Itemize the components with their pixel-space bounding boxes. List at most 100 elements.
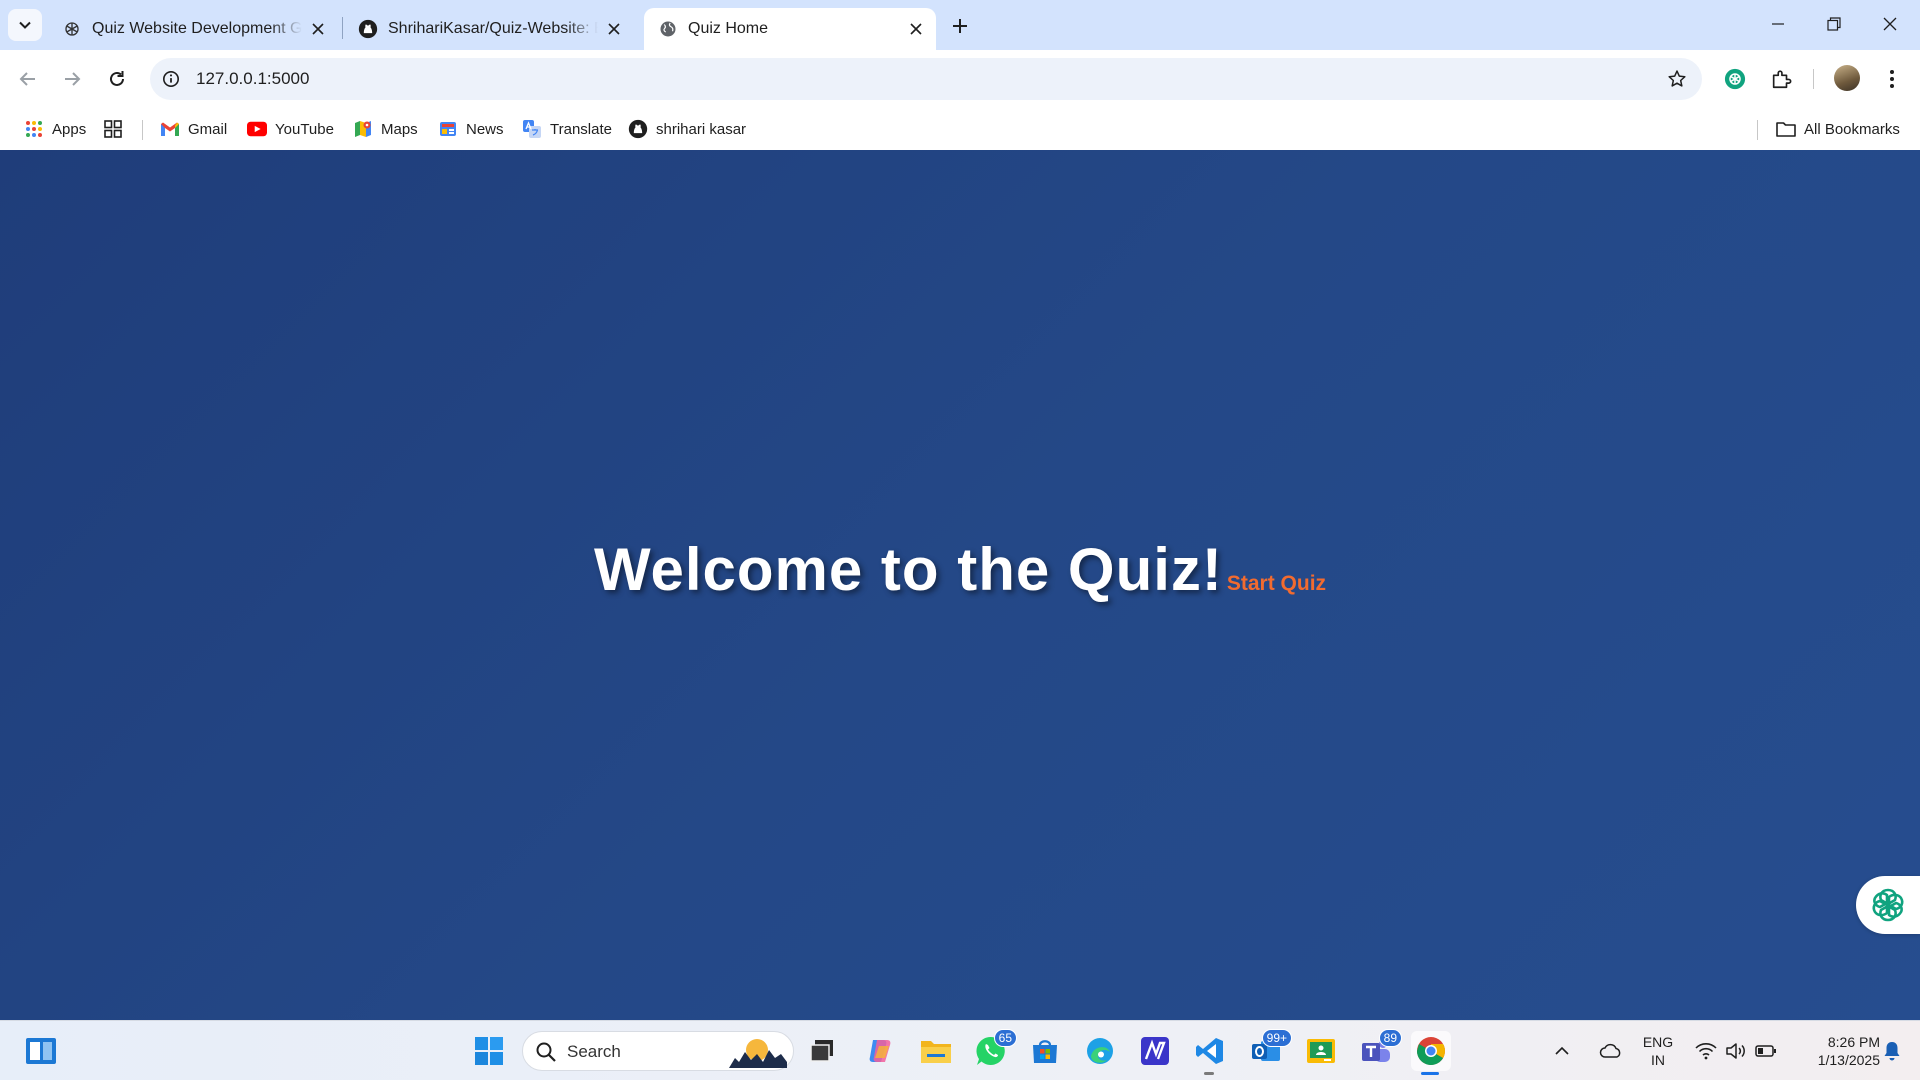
start-quiz-link[interactable]: Start Quiz xyxy=(1227,572,1326,596)
github-icon xyxy=(628,119,648,139)
stylus-app-icon xyxy=(1141,1037,1169,1065)
chatgpt-extension-icon[interactable] xyxy=(1719,63,1751,95)
site-info-icon[interactable] xyxy=(160,68,182,90)
tab-title: Quiz Website Development Guide xyxy=(92,20,302,37)
notification-badge: 65 xyxy=(993,1029,1017,1047)
apps-grid-icon xyxy=(24,119,44,139)
tab-groups-button[interactable] xyxy=(103,116,131,142)
volume-icon xyxy=(1726,1043,1745,1059)
bell-icon xyxy=(1884,1042,1900,1061)
chatgpt-floating-button[interactable] xyxy=(1856,876,1920,934)
all-bookmarks-label: All Bookmarks xyxy=(1804,120,1900,138)
widgets-button[interactable] xyxy=(21,1031,61,1071)
bookmark-apps[interactable]: Apps xyxy=(24,116,86,142)
bookmark-star-icon[interactable] xyxy=(1666,68,1688,90)
bookmark-label: Gmail xyxy=(188,120,228,138)
reload-icon xyxy=(110,71,124,86)
forward-button[interactable] xyxy=(56,63,88,95)
minimize-button[interactable] xyxy=(1750,0,1806,48)
show-hidden-icons-button[interactable] xyxy=(1550,1031,1574,1071)
reload-button[interactable] xyxy=(101,63,133,95)
file-explorer-button[interactable] xyxy=(916,1031,956,1071)
tab-3-active[interactable]: Quiz Home xyxy=(644,8,936,50)
quiz-home-page: Welcome to the Quiz! Start Quiz xyxy=(0,150,1920,1020)
bookmark-youtube[interactable]: YouTube xyxy=(247,116,334,142)
bookmark-maps[interactable]: Maps xyxy=(353,116,418,142)
edge-button[interactable] xyxy=(1080,1031,1120,1071)
close-icon[interactable] xyxy=(906,19,926,39)
youtube-icon xyxy=(247,119,267,139)
bookmark-translate[interactable]: Translate xyxy=(522,116,612,142)
tab-2[interactable]: ShrihariKasar/Quiz-Website: Easy xyxy=(344,8,634,50)
arrow-left-icon xyxy=(19,72,35,86)
bookmark-label: YouTube xyxy=(275,120,334,138)
edge-icon xyxy=(1087,1038,1113,1064)
active-indicator xyxy=(1421,1072,1439,1075)
windows-logo-icon xyxy=(475,1037,503,1065)
google-classroom-button[interactable] xyxy=(1301,1031,1341,1071)
restore-button[interactable] xyxy=(1806,0,1862,48)
cloud-icon xyxy=(1599,1043,1621,1058)
taskbar-search-input[interactable]: Search xyxy=(522,1031,794,1071)
search-placeholder: Search xyxy=(567,1042,621,1061)
close-icon xyxy=(1883,17,1897,31)
app-button-purple[interactable] xyxy=(1135,1031,1175,1071)
vscode-button[interactable] xyxy=(1190,1031,1230,1075)
chrome-button[interactable] xyxy=(1411,1031,1451,1075)
bookmark-separator xyxy=(142,120,143,140)
outlook-button[interactable]: 99+ xyxy=(1246,1029,1292,1071)
extensions-icon[interactable] xyxy=(1765,63,1797,95)
chrome-icon xyxy=(1417,1037,1445,1065)
chatgpt-icon xyxy=(62,19,82,39)
bookmark-label: shrihari kasar xyxy=(656,120,747,138)
onedrive-button[interactable] xyxy=(1592,1031,1630,1071)
classroom-icon xyxy=(1307,1039,1335,1063)
all-bookmarks-button[interactable]: All Bookmarks xyxy=(1776,116,1900,142)
url-text[interactable]: 127.0.0.1:5000 xyxy=(196,69,309,89)
close-icon[interactable] xyxy=(308,19,328,39)
language-code: ENG xyxy=(1642,1034,1674,1050)
arrow-right-icon xyxy=(65,72,81,86)
task-view-button[interactable] xyxy=(802,1031,842,1071)
news-icon xyxy=(438,119,458,139)
teams-button[interactable]: 89 xyxy=(1356,1029,1402,1071)
microsoft-store-button[interactable] xyxy=(1025,1031,1065,1071)
bookmark-gmail[interactable]: Gmail xyxy=(160,116,227,142)
quick-settings-button[interactable] xyxy=(1686,1031,1786,1071)
bookmark-github-profile[interactable]: shrihari kasar xyxy=(628,116,746,142)
tab-strip: Quiz Website Development Guide ShrihariK… xyxy=(0,0,1920,50)
close-icon[interactable] xyxy=(604,19,624,39)
more-vertical-icon xyxy=(1890,70,1894,88)
address-bar[interactable]: 127.0.0.1:5000 xyxy=(150,58,1702,100)
tab-1[interactable]: Quiz Website Development Guide xyxy=(48,8,338,50)
restore-icon xyxy=(1827,17,1841,31)
task-view-icon xyxy=(810,1040,833,1062)
clock[interactable]: 8:26 PM 1/13/2025 xyxy=(1790,1033,1880,1069)
copilot-icon xyxy=(869,1040,891,1062)
wifi-icon xyxy=(1695,1043,1717,1060)
chatgpt-icon xyxy=(1872,888,1904,922)
whatsapp-button[interactable]: 65 xyxy=(971,1029,1017,1071)
menu-button[interactable] xyxy=(1876,63,1908,95)
new-tab-button[interactable] xyxy=(946,12,974,40)
folder-icon xyxy=(921,1041,951,1063)
time-text: 8:26 PM xyxy=(1827,1034,1880,1050)
copilot-button[interactable] xyxy=(860,1031,900,1071)
store-icon xyxy=(1033,1040,1057,1063)
start-button[interactable] xyxy=(469,1031,509,1071)
grid-icon xyxy=(103,119,123,139)
language-indicator[interactable]: ENG IN xyxy=(1638,1033,1678,1069)
back-button[interactable] xyxy=(12,63,44,95)
windows-taskbar: Search 65 99+ 89 ENG IN 8:26 PM 1/13/202… xyxy=(0,1020,1920,1080)
gmail-icon xyxy=(160,119,180,139)
bookmark-news[interactable]: News xyxy=(438,116,504,142)
tab-search-button[interactable] xyxy=(8,9,42,41)
folder-icon xyxy=(1776,119,1796,139)
maps-icon xyxy=(353,119,373,139)
notifications-button[interactable] xyxy=(1876,1031,1908,1071)
battery-icon xyxy=(1755,1045,1776,1057)
profile-avatar[interactable] xyxy=(1834,65,1860,91)
notification-badge: 89 xyxy=(1378,1029,1402,1047)
close-window-button[interactable] xyxy=(1862,0,1918,48)
bookmark-label: Maps xyxy=(381,120,418,138)
